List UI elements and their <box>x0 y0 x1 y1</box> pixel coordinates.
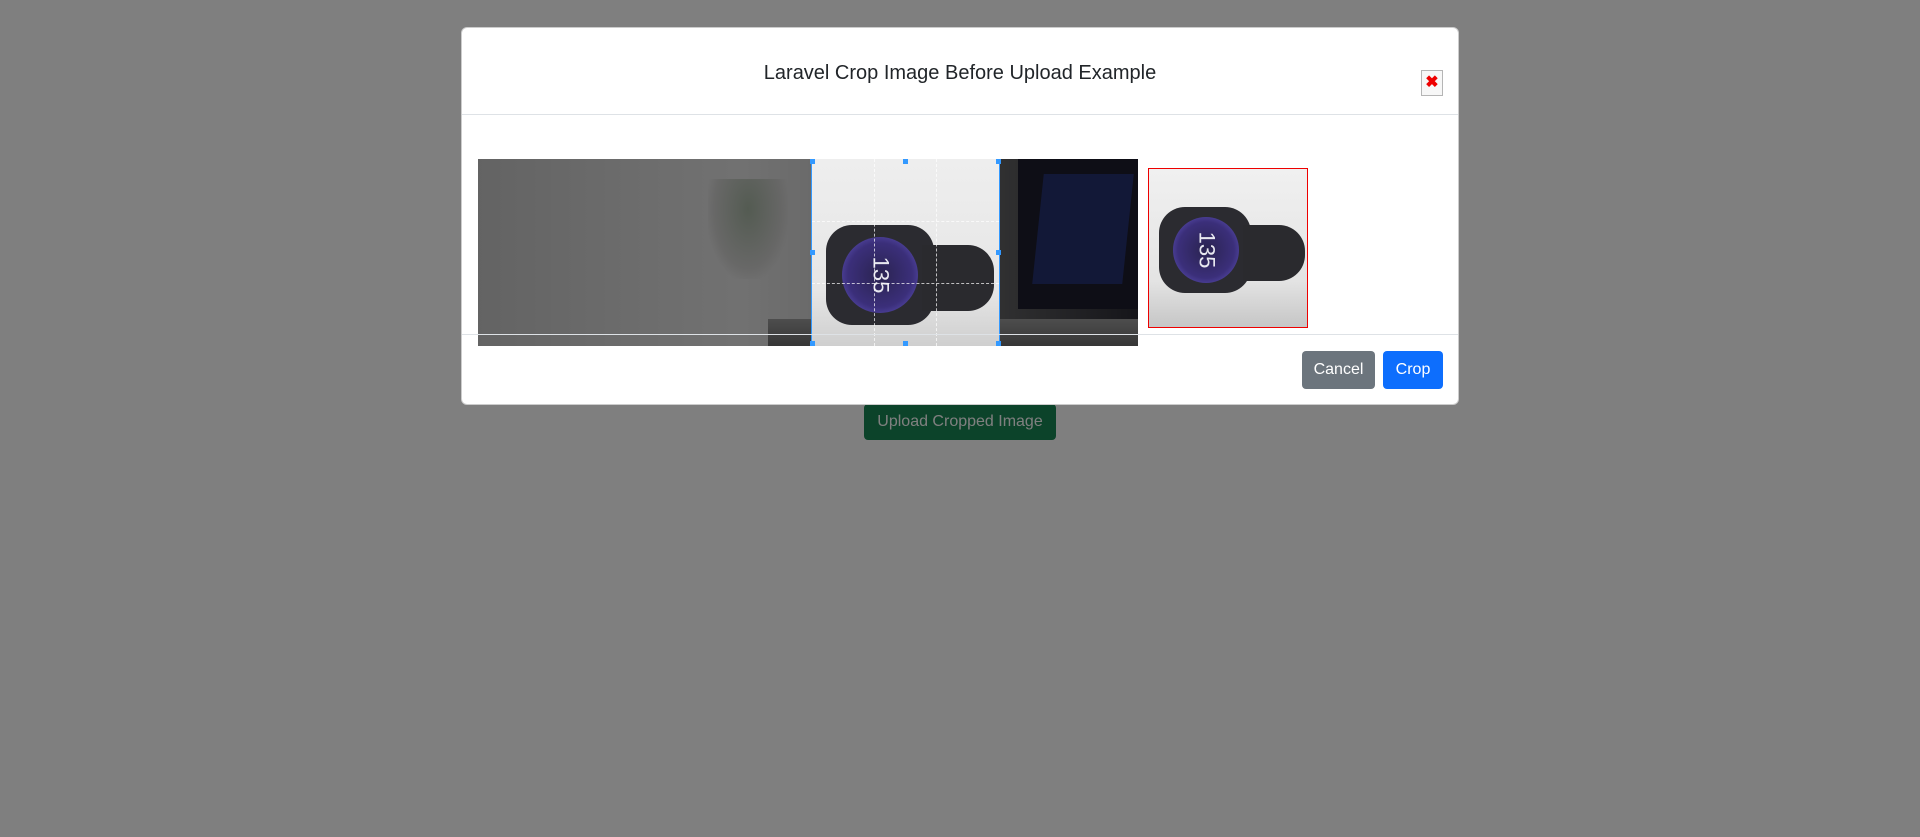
crop-button[interactable]: Crop <box>1383 351 1443 389</box>
crop-guide-line <box>812 283 999 284</box>
crop-handle-ne[interactable] <box>996 159 1001 164</box>
modal-header: Laravel Crop Image Before Upload Example… <box>462 28 1458 115</box>
crop-modal-overlay <box>478 159 1138 346</box>
crop-guide-line <box>936 159 937 346</box>
modal-footer: Cancel Crop <box>462 334 1458 404</box>
modal-body: 135 135 <box>462 115 1458 346</box>
preview-watch-reading: 135 <box>1194 231 1219 269</box>
watch-band-image <box>922 245 994 311</box>
close-button[interactable]: ✖ <box>1421 70 1443 96</box>
watch-reading: 135 <box>868 256 893 294</box>
crop-guide-line <box>874 159 875 346</box>
crop-guide-line <box>812 221 999 222</box>
crop-modal: Laravel Crop Image Before Upload Example… <box>461 27 1459 405</box>
close-icon: ✖ <box>1425 74 1439 91</box>
preview-watch-face: 135 <box>1173 217 1239 283</box>
modal-title: Laravel Crop Image Before Upload Example <box>763 62 1157 84</box>
crop-handle-n[interactable] <box>903 159 908 164</box>
crop-handle-w[interactable] <box>810 250 815 255</box>
watch-face-image: 135 <box>842 237 918 313</box>
cancel-button[interactable]: Cancel <box>1302 351 1375 389</box>
crop-preview: 135 <box>1148 168 1308 328</box>
preview-watch-band <box>1243 225 1305 281</box>
crop-canvas[interactable]: 135 <box>478 159 1138 346</box>
crop-handle-e[interactable] <box>996 250 1001 255</box>
crop-handle-nw[interactable] <box>810 159 815 164</box>
crop-selection-box[interactable]: 135 <box>811 159 1000 346</box>
